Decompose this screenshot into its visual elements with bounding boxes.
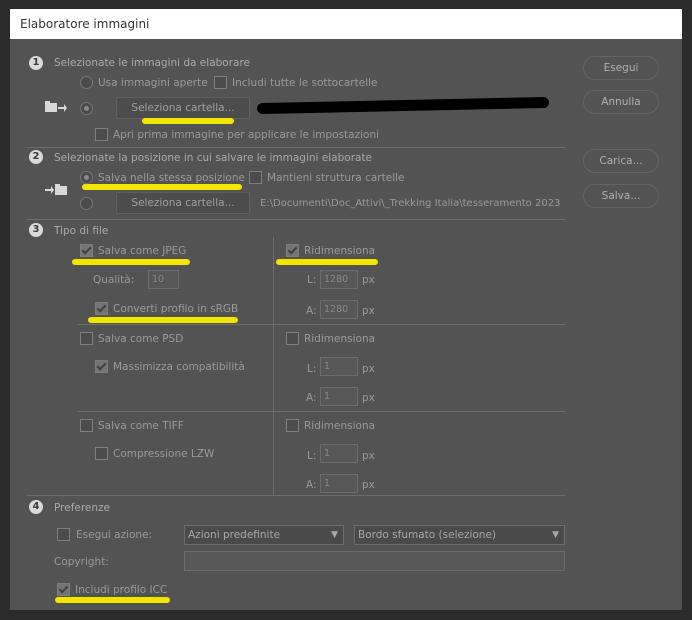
- open-first-image-label: Apri prima immagine per applicare le imp…: [113, 129, 380, 141]
- run-button[interactable]: Esegui: [583, 56, 659, 80]
- maximize-compatibility-label: Massimizza compatibilità: [113, 361, 245, 373]
- convert-srgb-label: Converti profilo in sRGB: [113, 303, 239, 315]
- chevron-down-icon: ▼: [331, 530, 338, 540]
- tiff-width-label: L:: [307, 450, 317, 462]
- keep-folder-structure-label: Mantieni struttura cartelle: [267, 172, 405, 184]
- chevron-down-icon: ▼: [552, 530, 559, 540]
- save-same-location-label: Salva nella stessa posizione: [98, 172, 245, 184]
- save-jpeg-checkbox[interactable]: [80, 244, 93, 257]
- tiff-height-unit: px: [362, 479, 375, 491]
- window-title-bar: Elaboratore immagini: [10, 9, 682, 39]
- action-set-value: Azioni predefinite: [188, 529, 281, 541]
- section-4-heading: Preferenze: [54, 502, 111, 514]
- lzw-compression-checkbox[interactable]: [95, 447, 108, 460]
- select-source-folder-button[interactable]: Seleziona cartella...: [116, 97, 250, 119]
- divider-psd-tiff: [78, 411, 565, 412]
- select-source-folder-radio[interactable]: [80, 102, 93, 115]
- lzw-compression-label: Compressione LZW: [113, 448, 215, 460]
- section-3-heading: Tipo di file: [54, 225, 109, 237]
- copyright-input[interactable]: [184, 551, 565, 571]
- jpeg-quality-input[interactable]: 10: [148, 270, 179, 289]
- jpeg-height-unit: px: [362, 305, 375, 317]
- save-tiff-checkbox[interactable]: [80, 419, 93, 432]
- psd-resize-label: Ridimensiona: [304, 333, 376, 345]
- psd-width-unit: px: [362, 363, 375, 375]
- jpeg-resize-label: Ridimensiona: [304, 245, 376, 257]
- save-button[interactable]: Salva...: [583, 184, 659, 208]
- jpeg-width-input[interactable]: 1280: [320, 270, 358, 289]
- section-3-number: 3: [29, 223, 43, 237]
- include-icc-checkbox[interactable]: [57, 583, 70, 596]
- section-2-number: 2: [29, 150, 43, 164]
- use-open-images-radio[interactable]: [80, 76, 93, 89]
- include-subfolders-label: Includi tutte le sottocartelle: [232, 77, 378, 89]
- divider-jpeg-psd: [78, 324, 565, 325]
- cancel-button[interactable]: Annulla: [583, 90, 659, 114]
- save-psd-checkbox[interactable]: [80, 332, 93, 345]
- jpeg-height-label: A:: [306, 305, 317, 317]
- highlight-save-jpeg: [72, 259, 190, 265]
- redacted-source-path: [256, 96, 550, 115]
- action-set-select[interactable]: Azioni predefinite ▼: [184, 525, 344, 545]
- highlight-same-location: [82, 184, 242, 190]
- use-open-images-label: Usa immagini aperte: [98, 77, 208, 89]
- action-select[interactable]: Bordo sfumato (selezione) ▼: [354, 525, 565, 545]
- psd-height-input[interactable]: 1: [320, 387, 358, 406]
- psd-height-label: A:: [306, 392, 317, 404]
- load-button[interactable]: Carica...: [583, 149, 659, 173]
- psd-height-unit: px: [362, 392, 375, 404]
- jpeg-height-input[interactable]: 1280: [320, 300, 358, 319]
- tiff-resize-checkbox[interactable]: [286, 419, 299, 432]
- highlight-include-icc: [55, 597, 170, 603]
- image-processor-dialog: 1 Selezionate le immagini da elaborare U…: [10, 39, 682, 610]
- highlight-select-folder: [142, 118, 234, 124]
- folder-destination-icon: [45, 184, 67, 195]
- run-action-label: Esegui azione:: [76, 529, 153, 541]
- run-action-checkbox[interactable]: [57, 528, 70, 541]
- section-4-number: 4: [29, 500, 43, 514]
- include-subfolders-checkbox[interactable]: [214, 76, 227, 89]
- copyright-label: Copyright:: [54, 556, 109, 568]
- window-title: Elaboratore immagini: [20, 17, 150, 31]
- jpeg-width-label: L:: [307, 274, 317, 286]
- tiff-resize-label: Ridimensiona: [304, 420, 376, 432]
- convert-srgb-checkbox[interactable]: [95, 302, 108, 315]
- include-icc-label: Includi profilo ICC: [75, 584, 168, 596]
- psd-width-label: L:: [307, 363, 317, 375]
- jpeg-width-unit: px: [362, 274, 375, 286]
- psd-width-input[interactable]: 1: [320, 357, 358, 376]
- tiff-height-label: A:: [306, 479, 317, 491]
- tiff-width-unit: px: [362, 450, 375, 462]
- save-jpeg-label: Salva come JPEG: [98, 245, 187, 257]
- psd-resize-checkbox[interactable]: [286, 332, 299, 345]
- divider-2: [27, 219, 565, 220]
- highlight-convert-srgb: [88, 317, 238, 323]
- section-2-heading: Selezionate la posizione in cui salvare …: [54, 152, 373, 164]
- jpeg-quality-label: Qualità:: [93, 274, 135, 286]
- jpeg-resize-checkbox[interactable]: [286, 244, 299, 257]
- save-psd-label: Salva come PSD: [98, 333, 184, 345]
- tiff-width-input[interactable]: 1: [320, 444, 358, 463]
- section-1-number: 1: [29, 56, 43, 70]
- divider-1: [27, 147, 565, 148]
- maximize-compatibility-checkbox[interactable]: [95, 360, 108, 373]
- keep-folder-structure-checkbox[interactable]: [249, 171, 262, 184]
- file-type-column-divider: [273, 237, 274, 495]
- open-first-image-checkbox[interactable]: [95, 128, 108, 141]
- divider-3: [27, 495, 565, 496]
- tiff-height-input[interactable]: 1: [320, 474, 358, 493]
- save-tiff-label: Salva come TIFF: [98, 420, 184, 432]
- action-value: Bordo sfumato (selezione): [358, 529, 497, 541]
- select-dest-folder-button[interactable]: Seleziona cartella...: [116, 192, 250, 214]
- select-dest-folder-radio[interactable]: [80, 197, 93, 210]
- destination-path: E:\Documenti\Doc_Attivi\_Trekking Italia…: [260, 198, 561, 209]
- save-same-location-radio[interactable]: [80, 171, 93, 184]
- highlight-jpeg-resize: [276, 259, 378, 265]
- section-1-heading: Selezionate le immagini da elaborare: [54, 57, 251, 69]
- folder-arrow-icon: [45, 101, 67, 112]
